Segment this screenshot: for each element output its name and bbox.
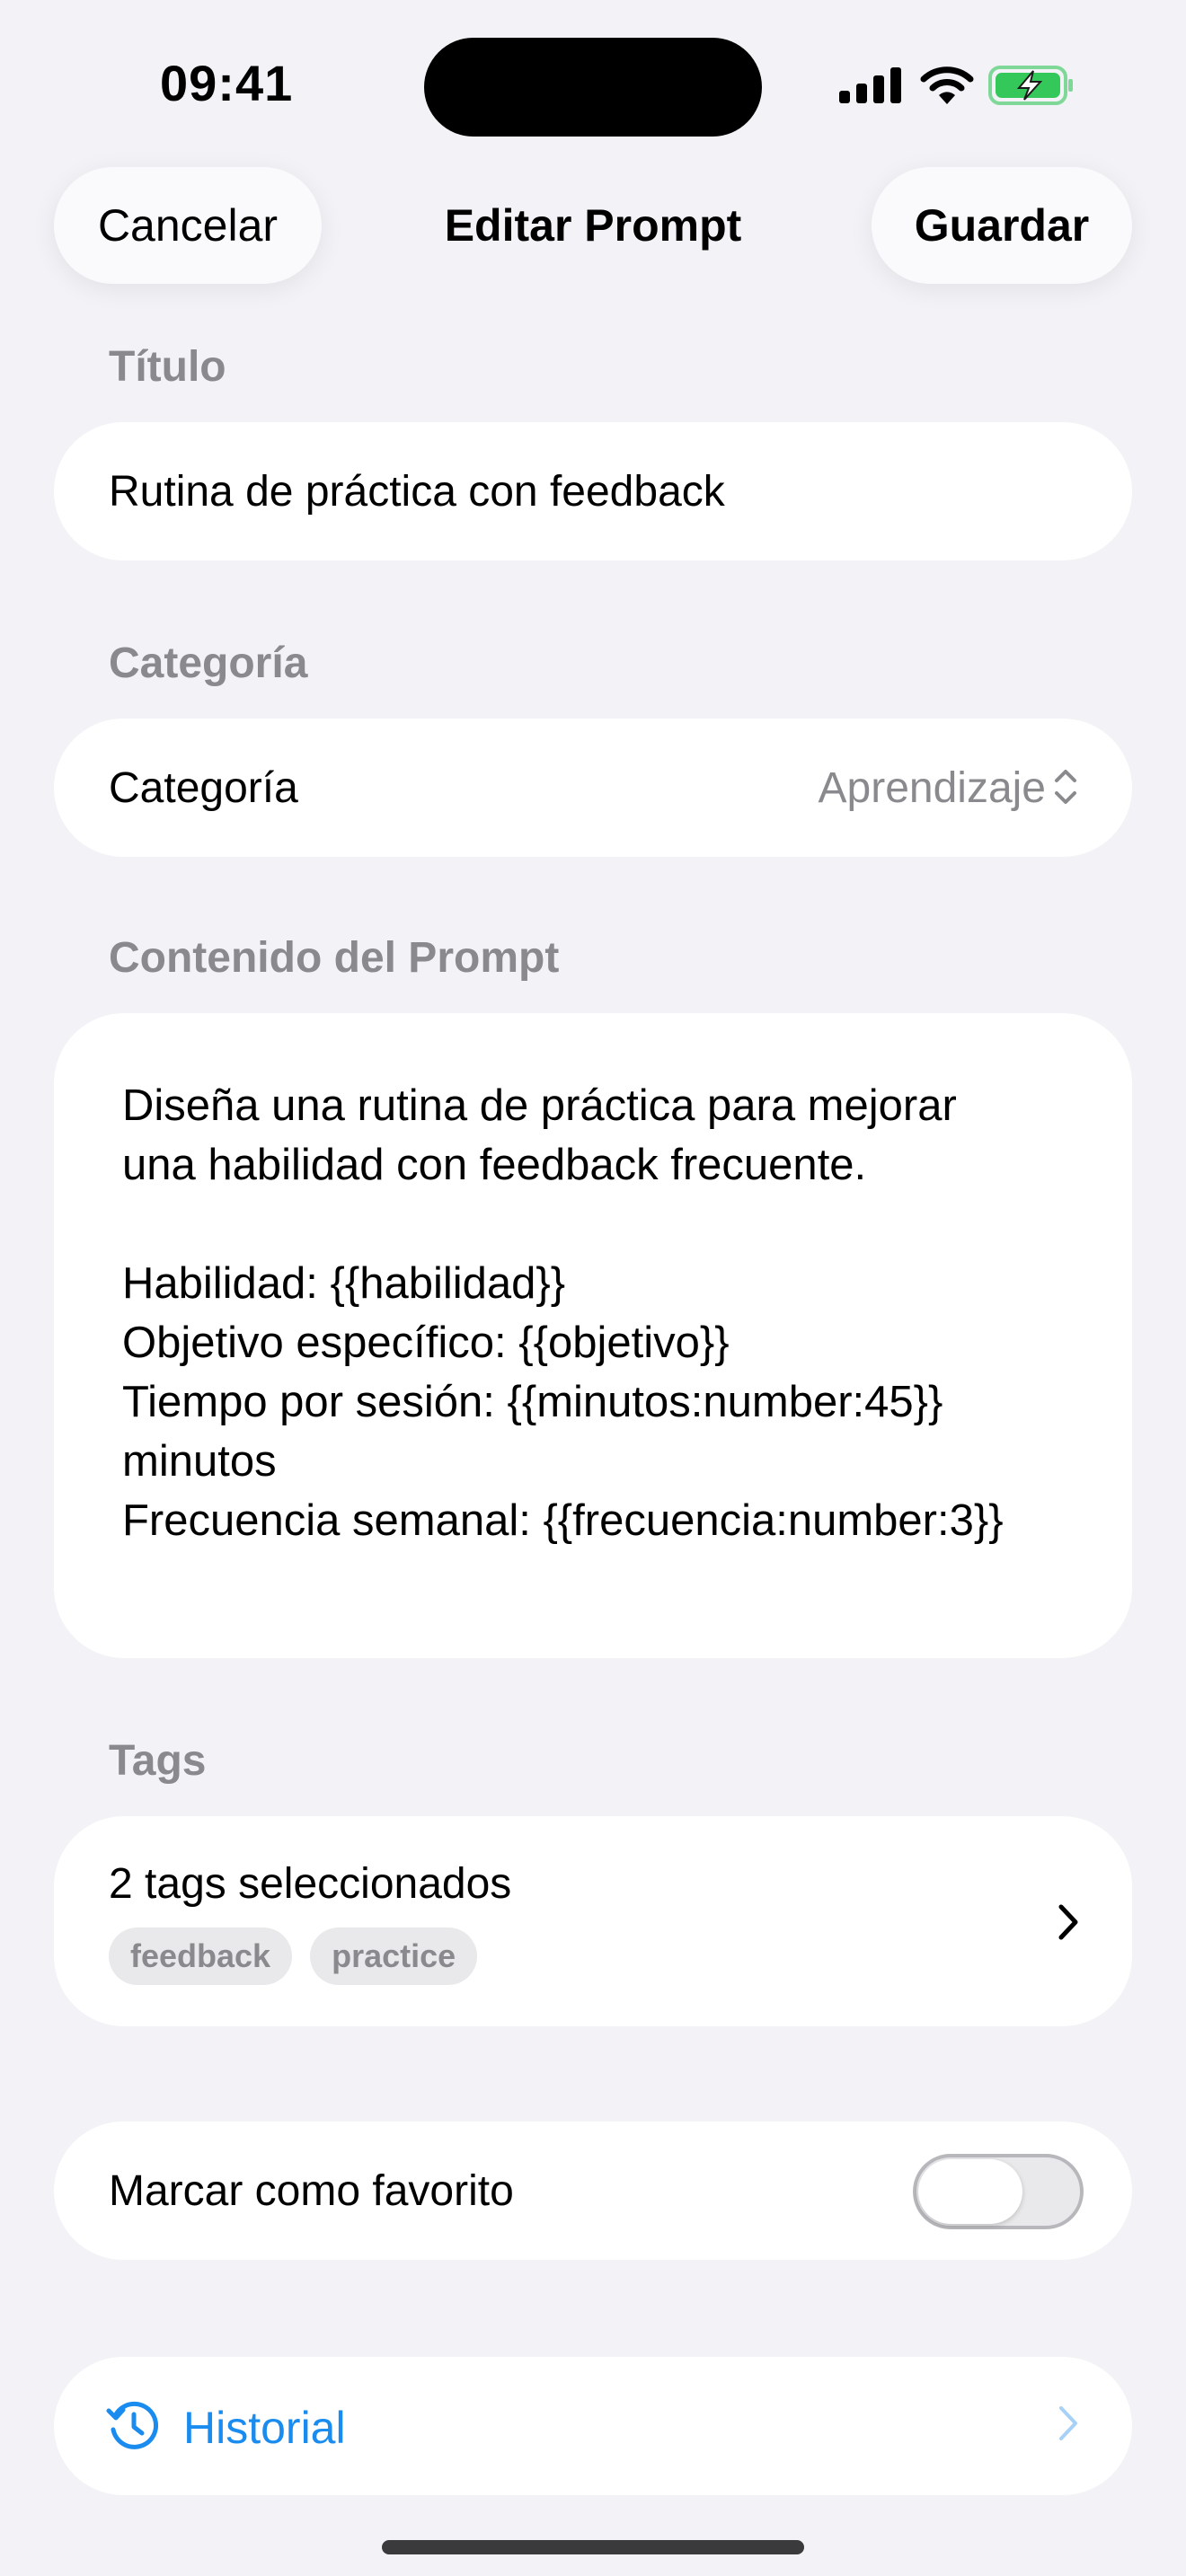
save-button[interactable]: Guardar [872,167,1132,284]
dynamic-island [424,38,762,137]
title-field[interactable]: Rutina de práctica con feedback [54,422,1132,560]
prompt-content-text[interactable]: Diseña una rutina de práctica para mejor… [122,1076,1111,1550]
chevron-right-icon [1058,1904,1078,1940]
history-row[interactable]: Historial [54,2357,1132,2495]
home-indicator [382,2540,804,2554]
prompt-content-editor[interactable]: Diseña una rutina de práctica para mejor… [54,1013,1132,1658]
category-value[interactable]: Aprendizaje [819,763,1047,813]
tag-chip: practice [310,1928,478,1985]
history-clock-icon [106,2401,158,2449]
cellular-signal-icon [839,67,901,103]
tag-chip: feedback [109,1928,293,1985]
chevron-up-down-icon [1055,770,1076,804]
category-picker[interactable]: Categoría Aprendizaje [54,719,1132,857]
history-label[interactable]: Historial [183,2402,346,2454]
favorite-row: Marcar como favorito [54,2122,1132,2260]
page-title: Editar Prompt [444,200,742,251]
section-label-content: Contenido del Prompt [109,934,560,982]
status-time: 09:41 [160,55,294,111]
section-label-title: Título [109,343,226,391]
battery-charging-icon [988,66,1073,105]
category-row-label: Categoría [109,764,298,812]
toggle-knob [918,2159,1022,2224]
status-icons [839,63,1075,108]
cancel-button[interactable]: Cancelar [54,167,322,284]
title-value[interactable]: Rutina de práctica con feedback [109,467,725,516]
tags-selector[interactable]: 2 tags seleccionados feedback practice [54,1816,1132,2026]
chevron-right-icon [1059,2406,1077,2440]
section-label-category: Categoría [109,640,308,687]
status-bar: 09:41 [0,0,1186,153]
section-label-tags: Tags [109,1737,207,1785]
favorite-label: Marcar como favorito [109,2167,514,2215]
wifi-icon [920,66,974,104]
tags-summary: 2 tags seleccionados [109,1860,512,1908]
favorite-toggle[interactable] [913,2154,1084,2229]
tag-list: feedback practice [109,1928,478,1985]
